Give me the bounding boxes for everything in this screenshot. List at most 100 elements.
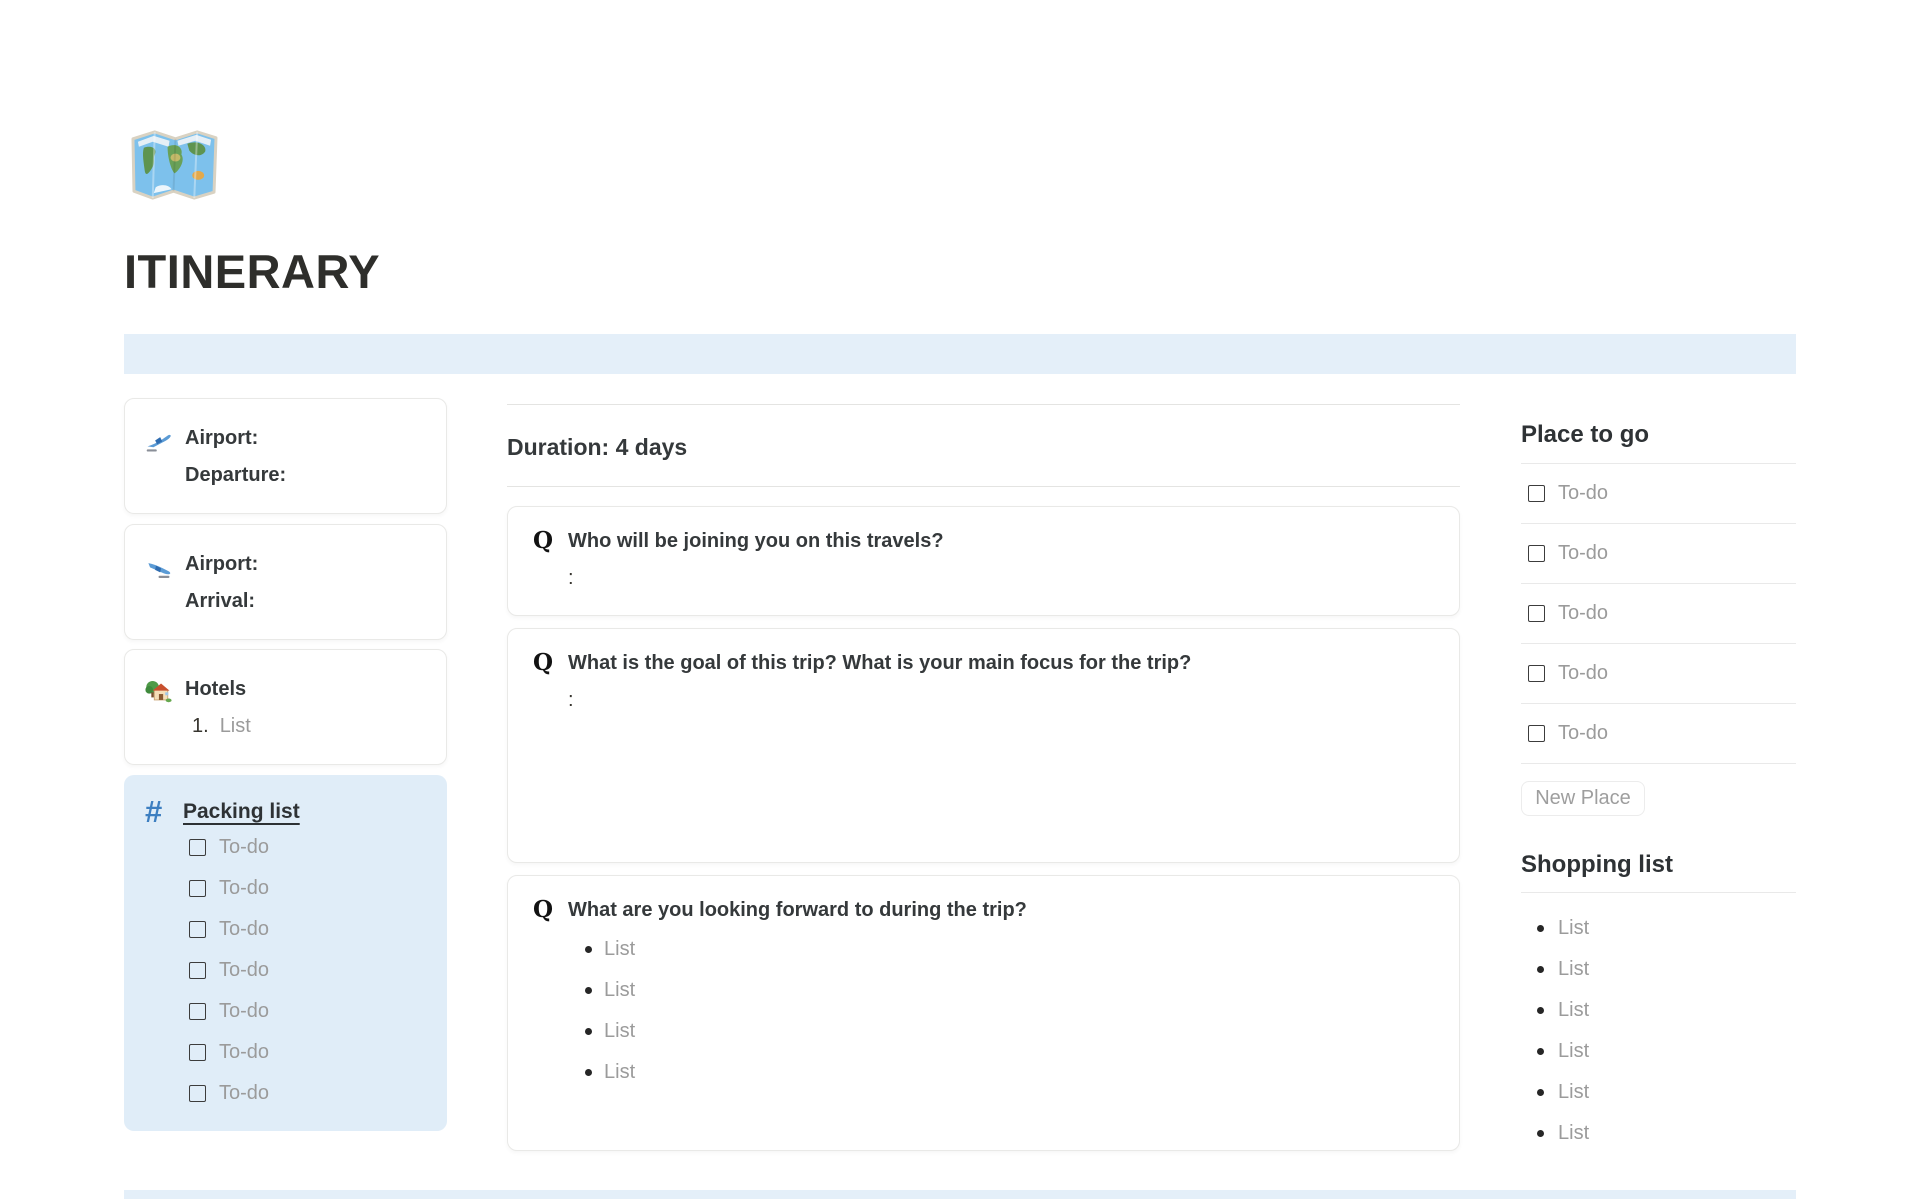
todo-checkbox[interactable] bbox=[189, 839, 206, 856]
bottom-accent-band bbox=[124, 1190, 1796, 1199]
todo-label[interactable]: To-do bbox=[219, 1082, 269, 1105]
airport-label[interactable]: Airport: bbox=[185, 425, 286, 451]
packing-list-card: # Packing list To-do To-do To-do To-do T… bbox=[124, 775, 447, 1131]
todo-checkbox[interactable] bbox=[1528, 665, 1545, 682]
airport-label[interactable]: Airport: bbox=[185, 551, 258, 577]
plane-arrival-icon bbox=[145, 553, 172, 580]
list-item: List bbox=[1521, 908, 1796, 949]
bullet-icon bbox=[1537, 1089, 1544, 1096]
todo-label[interactable]: To-do bbox=[1558, 542, 1608, 565]
todo-label[interactable]: To-do bbox=[219, 836, 269, 859]
bullet-icon bbox=[585, 946, 592, 953]
answer-placeholder[interactable]: : bbox=[568, 687, 1459, 713]
question-card-companions: Q Who will be joining you on this travel… bbox=[507, 506, 1460, 616]
list-placeholder[interactable]: List bbox=[1558, 1081, 1589, 1104]
place-to-go-title: Place to go bbox=[1521, 419, 1796, 451]
bullet-icon bbox=[585, 987, 592, 994]
todo-label[interactable]: To-do bbox=[219, 959, 269, 982]
arrival-card: Airport: Arrival: bbox=[124, 524, 447, 640]
todo-checkbox[interactable] bbox=[189, 1044, 206, 1061]
todo-item: To-do bbox=[189, 991, 427, 1032]
list-item: List bbox=[585, 929, 1459, 970]
todo-label[interactable]: To-do bbox=[219, 1000, 269, 1023]
todo-label[interactable]: To-do bbox=[1558, 662, 1608, 685]
hotels-card: Hotels 1. List bbox=[124, 649, 447, 765]
bullet-icon bbox=[1537, 1130, 1544, 1137]
todo-item: To-do bbox=[189, 868, 427, 909]
list-placeholder[interactable]: List bbox=[220, 713, 251, 739]
todo-checkbox[interactable] bbox=[189, 921, 206, 938]
divider bbox=[1521, 892, 1796, 893]
house-garden-icon bbox=[145, 678, 172, 705]
plane-departure-icon bbox=[145, 427, 172, 454]
place-row: To-do bbox=[1521, 464, 1796, 524]
list-item: List bbox=[1521, 949, 1796, 990]
todo-checkbox[interactable] bbox=[1528, 545, 1545, 562]
question-icon: Q bbox=[531, 897, 555, 923]
question-card-goal: Q What is the goal of this trip? What is… bbox=[507, 628, 1460, 863]
todo-checkbox[interactable] bbox=[189, 880, 206, 897]
top-accent-band bbox=[124, 334, 1796, 374]
list-item: List bbox=[1521, 1072, 1796, 1113]
list-placeholder[interactable]: List bbox=[604, 979, 635, 1002]
todo-label[interactable]: To-do bbox=[219, 1041, 269, 1064]
todo-item: To-do bbox=[189, 909, 427, 950]
todo-label[interactable]: To-do bbox=[1558, 482, 1608, 505]
hash-icon: # bbox=[145, 797, 167, 827]
list-item: List bbox=[1521, 1113, 1796, 1154]
todo-checkbox[interactable] bbox=[189, 962, 206, 979]
question-card-looking-forward: Q What are you looking forward to during… bbox=[507, 875, 1460, 1151]
place-to-go-section: Place to go To-do To-do To-do To-do To-d… bbox=[1521, 419, 1796, 816]
todo-checkbox[interactable] bbox=[189, 1003, 206, 1020]
todo-item: To-do bbox=[189, 827, 427, 868]
list-item: List bbox=[585, 1011, 1459, 1052]
question-icon: Q bbox=[531, 650, 555, 676]
bullet-icon bbox=[1537, 966, 1544, 973]
question-title: What is the goal of this trip? What is y… bbox=[568, 650, 1191, 676]
todo-checkbox[interactable] bbox=[1528, 485, 1545, 502]
hotels-title[interactable]: Hotels bbox=[185, 676, 251, 702]
todo-checkbox[interactable] bbox=[1528, 725, 1545, 742]
list-item: List bbox=[585, 970, 1459, 1011]
packing-list-title[interactable]: Packing list bbox=[183, 797, 300, 827]
question-icon: Q bbox=[531, 528, 555, 554]
list-placeholder[interactable]: List bbox=[1558, 1122, 1589, 1145]
list-placeholder[interactable]: List bbox=[1558, 917, 1589, 940]
bullet-icon bbox=[585, 1028, 592, 1035]
bullet-icon bbox=[1537, 1007, 1544, 1014]
list-placeholder[interactable]: List bbox=[604, 1061, 635, 1084]
list-placeholder[interactable]: List bbox=[604, 1020, 635, 1043]
answer-placeholder[interactable]: : bbox=[568, 565, 1459, 591]
world-map-icon bbox=[126, 122, 221, 207]
shopping-list-section: Shopping list List List List List List L… bbox=[1521, 849, 1796, 1154]
todo-label[interactable]: To-do bbox=[1558, 722, 1608, 745]
todo-checkbox[interactable] bbox=[1528, 605, 1545, 622]
bullet-icon bbox=[585, 1069, 592, 1076]
list-item: List bbox=[585, 1052, 1459, 1093]
shopping-list-title: Shopping list bbox=[1521, 849, 1796, 881]
list-placeholder[interactable]: List bbox=[1558, 999, 1589, 1022]
todo-item: To-do bbox=[189, 1073, 427, 1114]
todo-item: To-do bbox=[189, 1032, 427, 1073]
todo-label[interactable]: To-do bbox=[219, 918, 269, 941]
list-placeholder[interactable]: List bbox=[1558, 1040, 1589, 1063]
departure-label[interactable]: Departure: bbox=[185, 462, 286, 488]
place-row: To-do bbox=[1521, 704, 1796, 764]
todo-label[interactable]: To-do bbox=[219, 877, 269, 900]
place-row: To-do bbox=[1521, 584, 1796, 644]
list-item: List bbox=[1521, 1031, 1796, 1072]
place-row: To-do bbox=[1521, 644, 1796, 704]
new-place-button[interactable]: New Place bbox=[1521, 781, 1645, 816]
list-item: List bbox=[1521, 990, 1796, 1031]
bullet-icon bbox=[1537, 1048, 1544, 1055]
hotels-list-item[interactable]: 1. List bbox=[192, 713, 251, 739]
bullet-icon bbox=[1537, 925, 1544, 932]
todo-checkbox[interactable] bbox=[189, 1085, 206, 1102]
list-placeholder[interactable]: List bbox=[604, 938, 635, 961]
duration-block[interactable]: Duration: 4 days bbox=[507, 404, 1460, 487]
list-number: 1. bbox=[192, 713, 209, 739]
list-placeholder[interactable]: List bbox=[1558, 958, 1589, 981]
arrival-label[interactable]: Arrival: bbox=[185, 588, 258, 614]
departure-card: Airport: Departure: bbox=[124, 398, 447, 514]
todo-label[interactable]: To-do bbox=[1558, 602, 1608, 625]
